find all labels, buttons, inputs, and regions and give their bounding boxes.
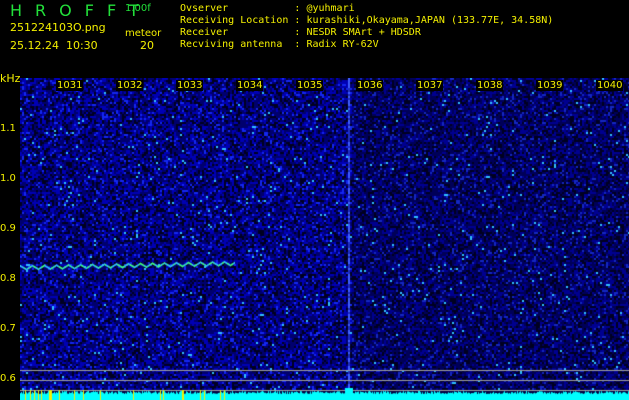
info-observer: Ovserver : @yuhmari bbox=[180, 3, 355, 14]
meteor-label: meteor bbox=[125, 28, 162, 39]
y-axis-unit: kHz bbox=[0, 72, 21, 85]
x-tick-label: 1032 bbox=[116, 80, 144, 91]
x-tick-label: 1035 bbox=[296, 80, 324, 91]
x-tick-label: 1039 bbox=[536, 80, 564, 91]
y-tick-label: 1.1 bbox=[0, 123, 16, 134]
version-label: 1.00f bbox=[125, 3, 151, 14]
info-antenna: Recviving antenna : Radix RY-62V bbox=[180, 39, 379, 50]
datetime-label: 25.12.24 10:30 bbox=[10, 39, 98, 52]
x-tick-label: 1036 bbox=[356, 80, 384, 91]
y-tick-label: 0.9 bbox=[0, 223, 16, 234]
y-tick-label: 0.7 bbox=[0, 323, 16, 334]
x-tick-label: 1033 bbox=[176, 80, 204, 91]
x-tick-label: 1031 bbox=[56, 80, 84, 91]
filename-label: 251224103O.png bbox=[10, 21, 106, 34]
y-tick-label: 1.0 bbox=[0, 173, 16, 184]
meteor-count: 20 bbox=[140, 39, 154, 52]
spectrogram bbox=[20, 78, 629, 400]
x-tick-label: 1040 bbox=[596, 80, 624, 91]
info-receiver: Receiver : NESDR SMArt + HDSDR bbox=[180, 27, 421, 38]
x-tick-label: 1037 bbox=[416, 80, 444, 91]
y-tick-label: 0.6 bbox=[0, 373, 16, 384]
info-location: Receiving Location : kurashiki,Okayama,J… bbox=[180, 15, 554, 26]
x-tick-label: 1034 bbox=[236, 80, 264, 91]
x-tick-label: 1038 bbox=[476, 80, 504, 91]
y-tick-label: 0.8 bbox=[0, 273, 16, 284]
